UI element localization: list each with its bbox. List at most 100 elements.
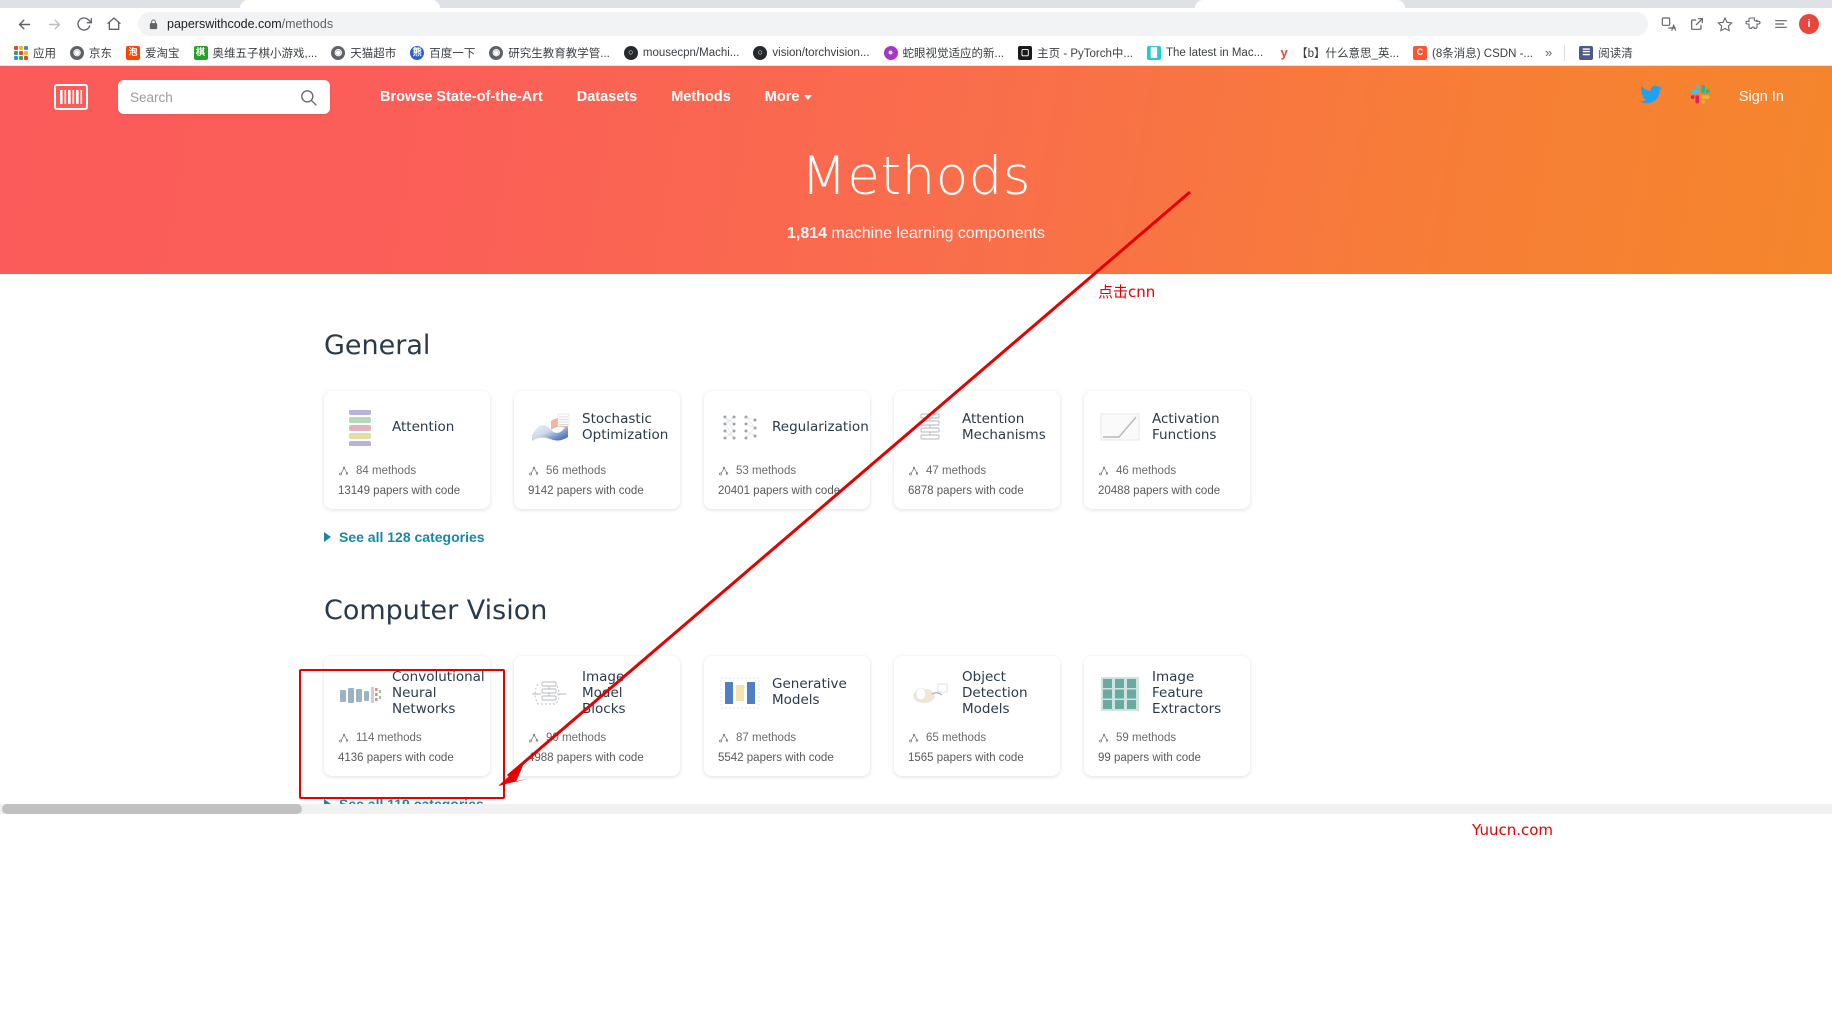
browser-tab[interactable] (1195, 0, 1405, 8)
bookmark-item[interactable]: 棋 奥维五子棋小游戏,... (188, 43, 324, 63)
nav-link-methods[interactable]: Methods (671, 89, 731, 105)
category-card-image-model-blocks[interactable]: Image Model Blocks 90 methods 4988 paper… (514, 656, 680, 776)
bookmark-item[interactable]: ◉ 京东 (64, 43, 118, 63)
card-header: Activation Functions (1098, 405, 1236, 451)
zhihu-icon: ● (883, 45, 898, 60)
card-meta: 46 methods 20488 papers with code (1098, 451, 1236, 497)
search-icon[interactable] (299, 88, 318, 107)
detection-thumb (908, 676, 952, 712)
bookmark-label: 奥维五子棋小游戏,... (212, 47, 318, 60)
category-card-generative-models[interactable]: Generative Models 87 methods 5542 papers… (704, 656, 870, 776)
papers-count: 9142 papers with code (528, 485, 644, 497)
methods-count-line: 53 methods (718, 465, 856, 477)
bookmark-item[interactable]: ○ vision/torchvision... (747, 44, 875, 62)
bookmark-item[interactable]: ◉ 研究生教育教学管... (483, 43, 616, 63)
bookmark-item[interactable]: ▢ 主页 - PyTorch中... (1012, 43, 1139, 63)
component-count-suffix: machine learning components (827, 225, 1045, 242)
browser-tab[interactable] (240, 0, 440, 8)
primary-nav: Browse State-of-the-Art Datasets Methods… (380, 89, 813, 105)
bookmark-item[interactable]: 泡 爱淘宝 (120, 43, 186, 63)
tab-strip[interactable] (0, 0, 1832, 8)
twitter-icon[interactable] (1639, 85, 1662, 109)
translate-icon[interactable] (1656, 11, 1682, 37)
card-meta: 84 methods 13149 papers with code (338, 451, 476, 497)
papers-count: 99 papers with code (1098, 751, 1201, 764)
horizontal-scrollbar[interactable] (0, 803, 1832, 814)
reading-list-icon[interactable] (1768, 11, 1794, 37)
see-all-general-link[interactable]: See all 128 categories (324, 529, 485, 545)
nav-link-more-label: More (764, 89, 800, 105)
papers-count: 1565 papers with code (908, 751, 1024, 764)
taobao-icon: 泡 (126, 45, 140, 60)
reading-list-button[interactable]: ☰ 阅读清 (1573, 43, 1639, 63)
annotation-highlight-box (299, 669, 505, 799)
search-box[interactable] (118, 80, 330, 114)
category-card-image-feature-extractors[interactable]: Image Feature Extractors 59 methods 99 p… (1084, 656, 1250, 776)
bookmark-label: 【b】什么意思_英... (1296, 47, 1400, 60)
bookmark-label: mousecpn/Machi... (642, 46, 740, 59)
card-title: Activation Functions (1152, 411, 1220, 443)
nav-link-browse-sota[interactable]: Browse State-of-the-Art (380, 89, 543, 105)
share-icon[interactable] (1684, 11, 1710, 37)
address-bar[interactable]: paperswithcode.com/methods (138, 12, 1648, 36)
category-card-activation-functions[interactable]: Activation Functions 46 methods 20488 pa… (1084, 391, 1250, 509)
card-header: Regularization (718, 405, 869, 451)
forward-arrow-icon[interactable] (40, 10, 68, 38)
bookmark-item[interactable]: 熊 百度一下 (404, 43, 481, 63)
bookmark-item[interactable]: █ The latest in Mac... (1141, 44, 1269, 62)
block-diagram-thumb (528, 676, 572, 712)
scrollbar-thumb[interactable] (2, 803, 302, 814)
gan-blocks-thumb (718, 675, 762, 711)
youdao-icon: y (1280, 45, 1288, 60)
bookmark-item[interactable]: C (8条消息) CSDN -... (1407, 43, 1539, 63)
slack-icon[interactable] (1690, 84, 1711, 110)
triangle-right-icon (324, 532, 331, 542)
bookmark-star-icon[interactable] (1712, 11, 1738, 37)
methods-count: 59 methods (1116, 731, 1177, 744)
paperswithcode-logo[interactable] (48, 78, 94, 116)
category-card-object-detection-models[interactable]: Object Detection Models 65 methods 1565 … (894, 656, 1060, 776)
papers-count: 5542 papers with code (718, 751, 834, 764)
bookmark-label: 百度一下 (429, 47, 476, 60)
bookmarks-overflow-button[interactable]: » (1541, 45, 1556, 60)
methods-node-icon (528, 465, 540, 477)
papers-count: 13149 papers with code (338, 485, 461, 497)
bookmark-item[interactable]: ● 蛇眼视觉适应的新... (878, 43, 1011, 63)
bookmark-item[interactable]: ◉ 天猫超市 (325, 43, 402, 63)
card-header: Attention Mechanisms (908, 405, 1046, 451)
extensions-puzzle-icon[interactable] (1740, 11, 1766, 37)
section-title-computer-vision: Computer Vision (324, 595, 548, 626)
page-subtitle: 1,814 machine learning components (0, 225, 1832, 243)
methods-count-line: 87 methods (718, 732, 856, 744)
methods-count: 56 methods (546, 465, 607, 477)
bookmark-label: 京东 (89, 47, 112, 60)
card-title: Image Model Blocks (582, 669, 626, 717)
card-title: Generative Models (772, 676, 847, 708)
bookmark-item[interactable]: ○ mousecpn/Machi... (618, 44, 746, 62)
divider (1564, 44, 1566, 61)
site-navbar: Browse State-of-the-Art Datasets Methods… (0, 66, 1832, 128)
nav-right-group: Sign In (1639, 84, 1802, 110)
methods-count: 90 methods (546, 731, 607, 744)
bookmark-item[interactable]: y 【b】什么意思_英... (1271, 43, 1405, 63)
reload-icon[interactable] (70, 10, 98, 38)
category-card-attention[interactable]: Attention 84 methods 13149 papers with c… (324, 391, 490, 509)
sign-in-link[interactable]: Sign In (1739, 89, 1784, 105)
methods-node-icon (528, 732, 540, 744)
methods-count: 87 methods (736, 731, 797, 744)
nav-link-datasets[interactable]: Datasets (577, 89, 637, 105)
card-header: Generative Models (718, 670, 856, 716)
search-input[interactable] (130, 89, 299, 105)
bookmark-item[interactable]: 应用 (8, 43, 62, 63)
methods-count: 53 methods (736, 465, 797, 477)
category-card-attention-mechanisms[interactable]: Attention Mechanisms 47 methods 6878 pap… (894, 391, 1060, 509)
category-card-regularization[interactable]: Regularization 53 methods 20401 papers w… (704, 391, 870, 509)
avatar[interactable]: i (1796, 11, 1822, 37)
back-arrow-icon[interactable] (10, 10, 38, 38)
nav-link-more[interactable]: More (765, 89, 813, 105)
activation-curve-thumb (1098, 410, 1142, 446)
baidu-icon: 熊 (410, 45, 425, 60)
category-card-stochastic-optimization[interactable]: Stochastic Optimization 56 methods 9142 … (514, 391, 680, 509)
reading-list-icon: ☰ (1579, 45, 1594, 60)
home-icon[interactable] (100, 10, 128, 38)
